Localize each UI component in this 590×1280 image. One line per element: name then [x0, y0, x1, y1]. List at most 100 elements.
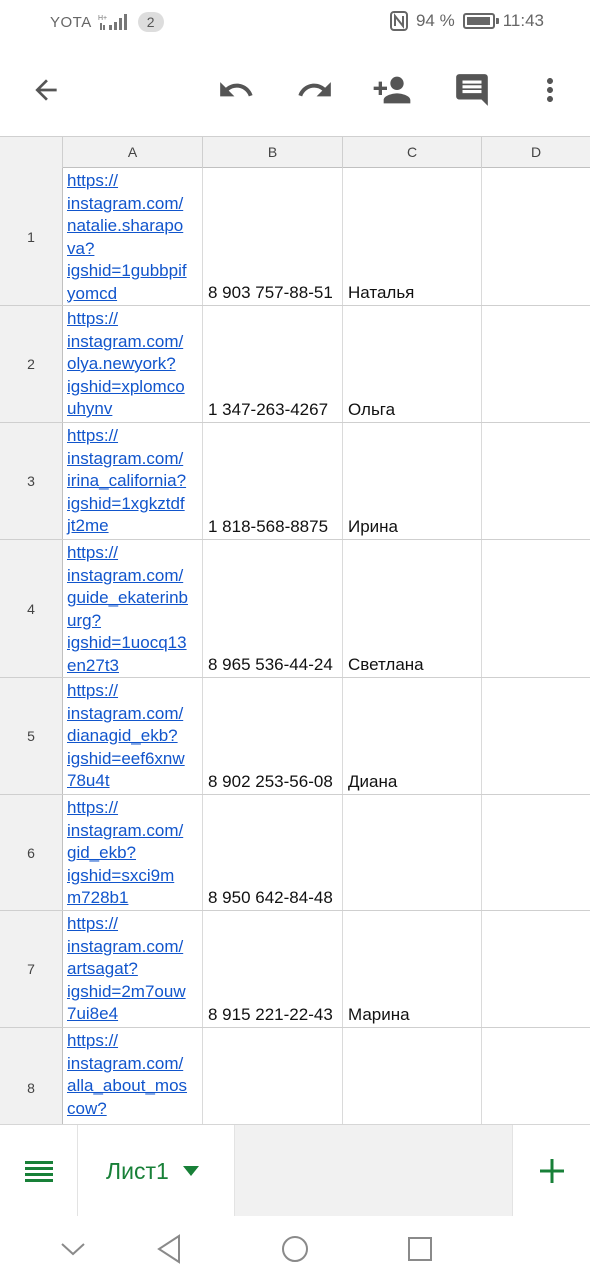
row-header[interactable]: 6: [0, 795, 63, 910]
cell-a[interactable]: https://instagram.com/irina_california? i…: [63, 423, 203, 539]
instagram-link-line[interactable]: jt2me: [67, 515, 198, 538]
instagram-link-line[interactable]: dianagid_ekb?: [67, 725, 198, 748]
instagram-link-line[interactable]: https://: [67, 308, 198, 331]
column-header-b[interactable]: B: [203, 137, 343, 168]
cell-b[interactable]: 8 965 536-44-24: [203, 540, 343, 677]
add-person-icon[interactable]: [372, 70, 412, 110]
cell-b[interactable]: 8 903 757-88-51: [203, 168, 343, 305]
cell-c[interactable]: Светлана: [343, 540, 482, 677]
instagram-link-line[interactable]: urg?: [67, 610, 198, 633]
instagram-link-line[interactable]: 78u4t: [67, 770, 198, 793]
instagram-link-line[interactable]: olya.newyork?: [67, 353, 198, 376]
instagram-link-line[interactable]: igshid=1gubbpif: [67, 260, 198, 283]
cell-a[interactable]: https://instagram.com/natalie.sharapo va?…: [63, 168, 203, 305]
cell-d[interactable]: [482, 911, 590, 1027]
cell-b[interactable]: 1 818-568-8875: [203, 423, 343, 539]
instagram-link-line[interactable]: m728b1: [67, 887, 198, 910]
sheet-tab-active[interactable]: Лист1: [78, 1125, 235, 1217]
instagram-link-line[interactable]: igshid=sxci9m: [67, 865, 198, 888]
row-header[interactable]: 5: [0, 678, 63, 794]
all-sheets-button[interactable]: [0, 1125, 78, 1217]
nav-back-icon[interactable]: [152, 1232, 186, 1266]
instagram-link-line[interactable]: va?: [67, 238, 198, 261]
instagram-link-line[interactable]: igshid=2m7ouw: [67, 981, 198, 1004]
cell-a[interactable]: https://instagram.com/guide_ekaterinb urg…: [63, 540, 203, 677]
add-sheet-button[interactable]: [512, 1125, 590, 1217]
cell-d[interactable]: [482, 540, 590, 677]
undo-icon[interactable]: [216, 70, 256, 110]
cell-d[interactable]: [482, 678, 590, 794]
column-header-a[interactable]: A: [63, 137, 203, 168]
instagram-link-line[interactable]: en27t3: [67, 655, 198, 678]
instagram-link-line[interactable]: instagram.com/: [67, 936, 198, 959]
instagram-link-line[interactable]: https://: [67, 542, 198, 565]
more-vert-icon[interactable]: [530, 70, 570, 110]
row-header[interactable]: 8: [0, 1028, 63, 1124]
cell-c[interactable]: Диана: [343, 678, 482, 794]
instagram-link-line[interactable]: instagram.com/: [67, 565, 198, 588]
instagram-link-line[interactable]: https://: [67, 797, 198, 820]
instagram-link-line[interactable]: instagram.com/: [67, 703, 198, 726]
instagram-link-line[interactable]: instagram.com/: [67, 331, 198, 354]
instagram-link-line[interactable]: alla_about_mos: [67, 1075, 198, 1098]
row-header[interactable]: 3: [0, 423, 63, 539]
cell-b[interactable]: 8 915 221-22-43: [203, 911, 343, 1027]
instagram-link-line[interactable]: https://: [67, 170, 198, 193]
column-header-d[interactable]: D: [482, 137, 590, 168]
cell-a[interactable]: https://instagram.com/alla_about_mos cow?: [63, 1028, 203, 1124]
cell-d[interactable]: [482, 795, 590, 910]
instagram-link-line[interactable]: igshid=1uocq13: [67, 632, 198, 655]
instagram-link-line[interactable]: instagram.com/: [67, 448, 198, 471]
redo-icon[interactable]: [295, 70, 335, 110]
nav-home-icon[interactable]: [278, 1232, 312, 1266]
nav-recents-icon[interactable]: [403, 1232, 437, 1266]
cell-d[interactable]: [482, 423, 590, 539]
instagram-link-line[interactable]: igshid=xplomco: [67, 376, 198, 399]
instagram-link-line[interactable]: https://: [67, 913, 198, 936]
cell-b[interactable]: 8 950 642-84-48: [203, 795, 343, 910]
cell-a[interactable]: https://instagram.com/artsagat? igshid=2m…: [63, 911, 203, 1027]
cell-b[interactable]: 8 902 253-56-08: [203, 678, 343, 794]
cell-c[interactable]: Наталья: [343, 168, 482, 305]
instagram-link-line[interactable]: igshid=1xgkztdf: [67, 493, 198, 516]
cell-c[interactable]: Марина: [343, 911, 482, 1027]
column-header-c[interactable]: C: [343, 137, 482, 168]
cell-d[interactable]: [482, 1028, 590, 1124]
instagram-link-line[interactable]: gid_ekb?: [67, 842, 198, 865]
cell-c[interactable]: [343, 795, 482, 910]
instagram-link-line[interactable]: natalie.sharapo: [67, 215, 198, 238]
cell-a[interactable]: https://instagram.com/gid_ekb? igshid=sxc…: [63, 795, 203, 910]
instagram-link-line[interactable]: https://: [67, 1030, 198, 1053]
cell-a[interactable]: https://instagram.com/dianagid_ekb? igshi…: [63, 678, 203, 794]
row-header[interactable]: 7: [0, 911, 63, 1027]
instagram-link-line[interactable]: instagram.com/: [67, 193, 198, 216]
comment-icon[interactable]: [452, 70, 492, 110]
cell-b[interactable]: [203, 1028, 343, 1124]
instagram-link-line[interactable]: igshid=eef6xnw: [67, 748, 198, 771]
cell-b[interactable]: 1 347-263-4267: [203, 306, 343, 422]
cell-c[interactable]: Ольга: [343, 306, 482, 422]
instagram-link-line[interactable]: yomcd: [67, 283, 198, 306]
row-header[interactable]: 1: [0, 168, 63, 305]
instagram-link-line[interactable]: instagram.com/: [67, 820, 198, 843]
cell-d[interactable]: [482, 306, 590, 422]
select-all-corner[interactable]: [0, 137, 63, 168]
row-header[interactable]: 2: [0, 306, 63, 422]
instagram-link-line[interactable]: uhynv: [67, 398, 198, 421]
row-header[interactable]: 4: [0, 540, 63, 677]
instagram-link-line[interactable]: irina_california?: [67, 470, 198, 493]
instagram-link-line[interactable]: guide_ekaterinb: [67, 587, 198, 610]
instagram-link-line[interactable]: instagram.com/: [67, 1053, 198, 1076]
instagram-link-line[interactable]: artsagat?: [67, 958, 198, 981]
cell-d[interactable]: [482, 168, 590, 305]
cell-a[interactable]: https://instagram.com/olya.newyork? igshi…: [63, 306, 203, 422]
cell-c[interactable]: [343, 1028, 482, 1124]
hide-keyboard-chevron-icon[interactable]: [56, 1232, 90, 1266]
cell-c[interactable]: Ирина: [343, 423, 482, 539]
instagram-link-line[interactable]: 7ui8e4: [67, 1003, 198, 1026]
instagram-link-line[interactable]: cow?: [67, 1098, 198, 1121]
spreadsheet-grid[interactable]: A B C D 1 https://instagram.com/natalie.s…: [0, 136, 590, 1124]
back-arrow-icon[interactable]: [26, 70, 66, 110]
instagram-link-line[interactable]: https://: [67, 680, 198, 703]
instagram-link-line[interactable]: https://: [67, 425, 198, 448]
